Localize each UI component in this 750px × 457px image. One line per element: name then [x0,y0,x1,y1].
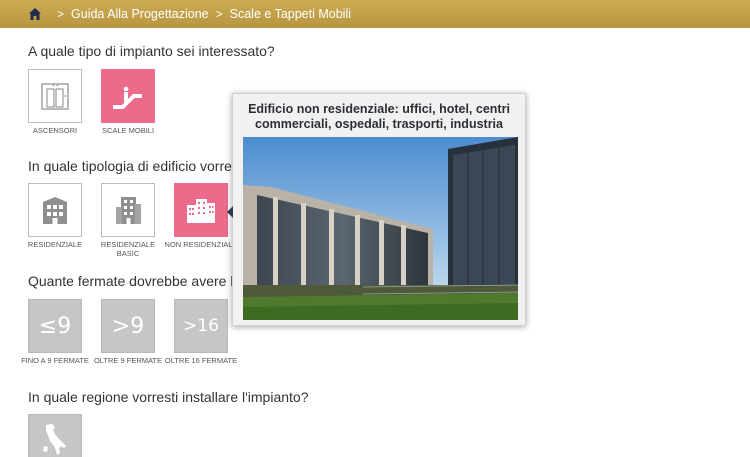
question-impianto: A quale tipo di impianto sei interessato… [28,43,275,59]
option-ascensori-label: ASCENSORI [32,126,78,135]
question-fermate: Quante fermate dovrebbe avere l’as [28,273,252,289]
breadcrumb-item-scale[interactable]: Scale e Tappeti Mobili [230,7,351,21]
option-italia[interactable] [28,414,82,457]
option-residenziale-basic-label: RESIDENZIALE BASIC [100,240,156,258]
question-regione: In quale regione vorresti installare l'i… [28,389,309,405]
breadcrumb-bar: > Guida Alla Progettazione > Scale e Tap… [0,0,750,28]
question-edificio: In quale tipologia di edificio vorresti [28,158,246,174]
elevator-icon [41,83,69,110]
option-oltre-16-label: OLTRE 16 FERMATE [164,356,238,365]
option-residenziale[interactable] [28,183,82,237]
oltre-9-symbol: >9 [111,313,145,339]
option-oltre-9-fermate[interactable]: >9 [101,299,155,353]
residential-building-icon [43,197,67,224]
option-residenziale-label: RESIDENZIALE [27,240,83,249]
option-scale-mobili-label: SCALE MOBILI [101,126,155,135]
office-building-icon [187,199,215,223]
option-scale-mobili[interactable] [101,69,155,123]
option-residenziale-basic[interactable] [101,183,155,237]
breadcrumb-item-guida[interactable]: Guida Alla Progettazione [71,7,209,21]
oltre-16-symbol: >16 [183,316,219,336]
option-fino-9-label: FINO A 9 FERMATE [21,356,89,365]
option-fino-9-fermate[interactable]: ≤9 [28,299,82,353]
tooltip-arrow [227,206,233,218]
option-non-residenziale-label: NON RESIDENZIALE [164,240,238,249]
tooltip-title: Edificio non residenziale: uffici, hotel… [248,102,510,131]
building-type-tooltip: Edificio non residenziale: uffici, hotel… [227,93,526,326]
option-oltre-16-fermate[interactable]: >16 [174,299,228,353]
option-ascensori[interactable] [28,69,82,123]
residential-basic-building-icon [116,197,141,224]
tooltip-building-photo [243,137,518,320]
option-non-residenziale[interactable] [174,183,228,237]
option-oltre-9-label: OLTRE 9 FERMATE [93,356,163,365]
breadcrumb-separator: > [215,7,223,21]
escalator-icon [113,86,142,109]
fino-9-symbol: ≤9 [38,313,72,339]
breadcrumb-separator: > [57,7,65,21]
italy-map-icon [43,424,66,455]
home-icon[interactable] [28,7,42,21]
